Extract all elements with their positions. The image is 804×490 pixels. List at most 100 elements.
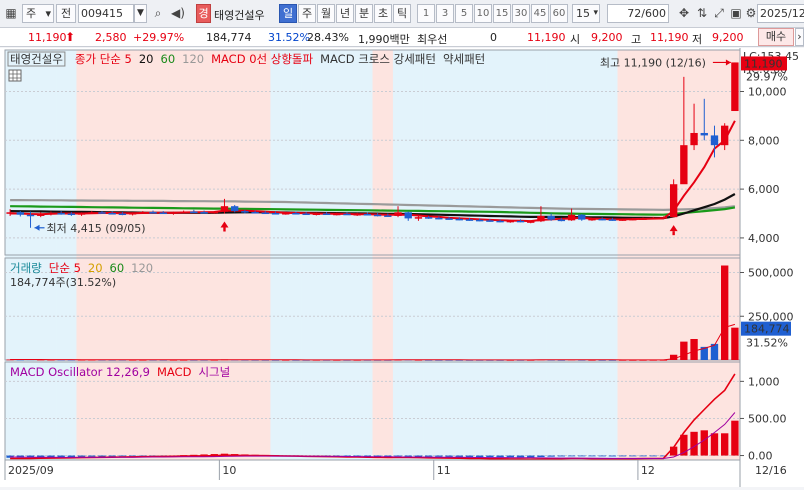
legend-item: 120: [131, 261, 153, 275]
candle: [190, 211, 198, 214]
candle: [251, 212, 259, 214]
period-tab[interactable]: 분: [355, 4, 373, 23]
chart-icon[interactable]: ⤢: [711, 4, 727, 23]
candle: [343, 213, 351, 216]
candle: [271, 213, 280, 215]
candle: [537, 215, 545, 222]
macd-oscillator-bar: [608, 455, 617, 457]
macd-oscillator-bar: [424, 455, 433, 457]
x-tick-label: 10: [222, 464, 236, 477]
stock-code-input[interactable]: 009415: [78, 4, 134, 23]
speaker-icon[interactable]: ◀): [167, 4, 189, 23]
period-tab[interactable]: 주: [298, 4, 316, 23]
chevron-down-icon[interactable]: ▼: [134, 4, 147, 23]
period-tab[interactable]: 초: [374, 4, 392, 23]
candle: [465, 219, 474, 221]
interval-tab[interactable]: 3: [436, 4, 454, 23]
candle: [404, 212, 412, 219]
current-price: 11,190: [28, 31, 67, 44]
y-tick-label: 4,000: [748, 232, 780, 245]
macd-oscillator-bar: [414, 455, 423, 457]
chart-type-value: 주: [26, 7, 37, 20]
chart-area[interactable]: 10,000 8,000 6,000 4,000 최저 4,415 (09/05) 최고 …: [0, 48, 804, 487]
candle: [179, 211, 188, 214]
date-input[interactable]: 2025/12/: [757, 4, 804, 23]
interval-tab[interactable]: 60: [550, 4, 568, 23]
volume-tag: 184,774: [744, 323, 790, 336]
candle: [373, 214, 382, 217]
interval-tab[interactable]: 45: [531, 4, 549, 23]
candle: [108, 213, 116, 215]
legend-item: MACD Oscillator 12,26,9: [10, 365, 150, 379]
volume-bar: [721, 265, 729, 360]
trade-amount: 1,990백만: [358, 33, 410, 46]
interval-tab[interactable]: 5: [455, 4, 473, 23]
candle: [16, 212, 24, 215]
change-percent: +29.97%: [133, 31, 185, 44]
turnover: 28.43%: [307, 31, 349, 44]
interval-tab[interactable]: 1: [417, 4, 435, 23]
gear-icon[interactable]: ⚙: [744, 4, 758, 23]
macd-oscillator-bar: [700, 430, 708, 456]
candle: [618, 219, 627, 221]
period-tab[interactable]: 월: [317, 4, 335, 23]
candle: [414, 217, 423, 219]
candle: [588, 218, 596, 221]
candle: [312, 213, 321, 216]
candle: [578, 214, 586, 220]
prev-button[interactable]: 전: [56, 4, 76, 23]
search-icon[interactable]: ⌕: [150, 4, 166, 23]
legend-item: 20: [88, 261, 103, 275]
macd-oscillator-bar: [588, 455, 596, 457]
interval-tab[interactable]: 15: [493, 4, 511, 23]
candle: [608, 219, 617, 221]
candle: [659, 217, 668, 219]
save-icon[interactable]: ▣: [728, 4, 744, 23]
macd-oscillator-bar: [527, 455, 535, 458]
volume: 184,774: [206, 31, 252, 44]
y-tick-label: 250,000: [748, 310, 794, 323]
candle: [98, 212, 106, 214]
candle: [710, 135, 719, 146]
y-tick-label: 1,000: [748, 375, 780, 388]
interval-tab[interactable]: 10: [474, 4, 492, 23]
y-tick-label: 0.00: [748, 450, 773, 463]
scroll-right-button[interactable]: ›: [795, 28, 804, 46]
legend-item: 20: [139, 52, 154, 66]
period-tab[interactable]: 일: [279, 4, 297, 23]
interval-dropdown[interactable]: 15 ▾: [572, 4, 600, 23]
candle: [149, 212, 157, 214]
macd-oscillator-bar: [567, 455, 576, 457]
candle: [118, 213, 127, 216]
stock-chart[interactable]: 10,000 8,000 6,000 4,000 최저 4,415 (09/05) 최고 …: [0, 48, 804, 487]
candle: [476, 219, 484, 222]
candle: [77, 212, 86, 215]
macd-oscillator-bar: [598, 455, 606, 457]
candle: [567, 214, 576, 221]
candle: [57, 213, 65, 215]
buy-button[interactable]: 매수: [758, 28, 794, 46]
arrow-up-icon: ⬆: [65, 30, 76, 44]
toolbar: ▦ 주 ▾ 전 009415 ▼ ⌕ ◀) 경 태영건설우 일주월년분초틱 135…: [0, 0, 804, 28]
macd-oscillator-bar: [649, 455, 657, 457]
period-tab[interactable]: 년: [336, 4, 354, 23]
candle: [649, 217, 657, 220]
data-count-input[interactable]: 72/600: [607, 4, 669, 23]
buy-signal-stem: [223, 227, 226, 232]
menu-icon[interactable]: ▦: [2, 4, 20, 23]
macd-oscillator-bar: [394, 455, 402, 457]
volume-sub-label: 184,774주(31.52%): [10, 276, 116, 289]
candle: [363, 214, 372, 216]
period-tab[interactable]: 틱: [393, 4, 411, 23]
macd-oscillator-bar: [618, 455, 627, 457]
interval-tab[interactable]: 30: [512, 4, 530, 23]
buy-signal-stem: [672, 231, 675, 236]
high-price: 11,190: [650, 31, 689, 44]
chart-type-dropdown[interactable]: 주 ▾: [22, 4, 54, 23]
low-label: 저: [692, 33, 703, 46]
open-price: 9,200: [591, 31, 623, 44]
candle: [669, 184, 678, 218]
candle: [67, 213, 76, 216]
compare-icon[interactable]: ⇅: [694, 4, 710, 23]
crosshair-icon[interactable]: ✥: [675, 4, 693, 23]
